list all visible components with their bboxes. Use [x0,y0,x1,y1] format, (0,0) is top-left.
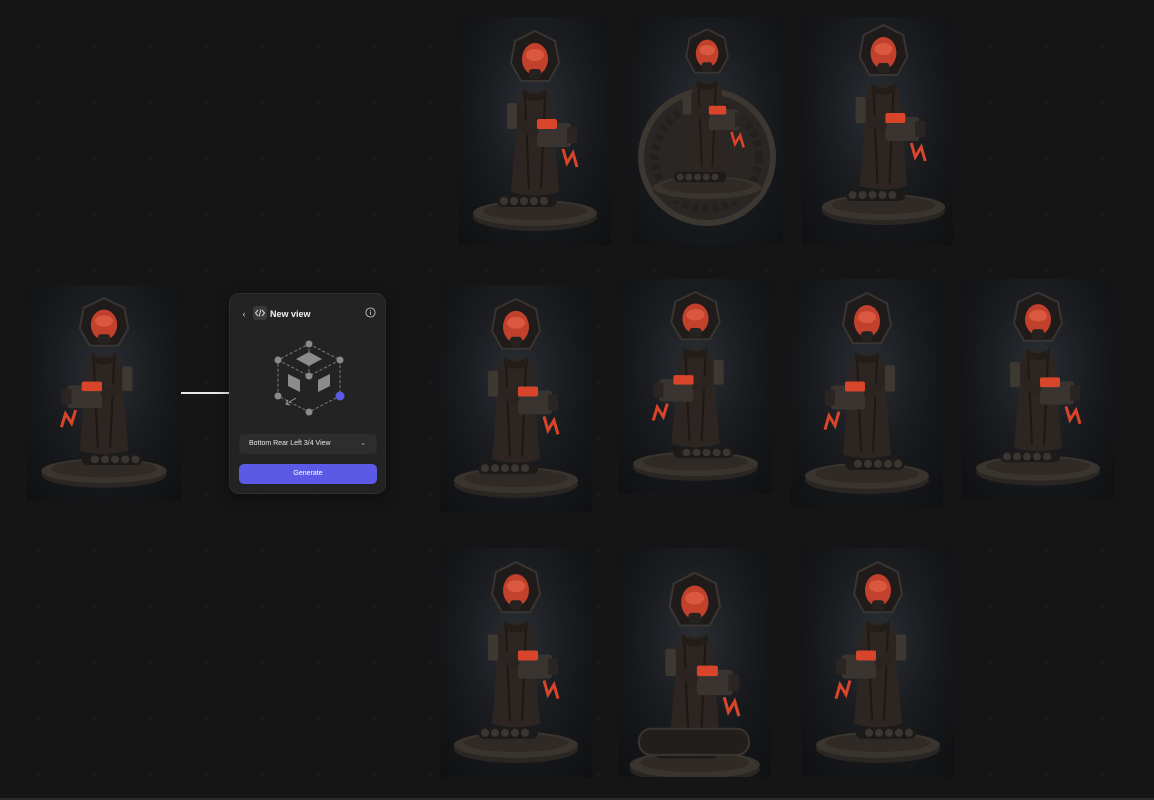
view-dropdown-value: Bottom Rear Left 3/4 View [249,440,331,447]
generated-image[interactable] [962,279,1114,499]
generated-image[interactable] [802,548,954,777]
figure-thumbnail [459,17,611,245]
info-icon[interactable] [365,307,376,318]
figure-thumbnail [440,285,592,512]
generate-button[interactable]: Generate [239,464,377,484]
node-header: ‹ New view [230,304,385,324]
chevron-down-icon: ⌄ [360,440,366,447]
figure-thumbnail [619,548,771,777]
cube-view-icon[interactable] [270,340,348,416]
figure-thumbnail [962,279,1114,499]
figure-thumbnail [440,548,592,777]
code-view-icon [253,306,267,320]
figure-thumbnail [631,17,783,245]
generated-image[interactable] [631,17,783,245]
generated-image[interactable] [802,17,953,245]
generated-image[interactable] [440,548,592,777]
generated-image[interactable] [440,285,592,512]
generated-image[interactable] [459,17,611,245]
figure-thumbnail [802,548,954,777]
generated-image[interactable] [619,279,772,494]
figure-thumbnail [802,17,953,245]
node-title: New view [270,309,311,319]
node-connector [181,392,229,394]
generated-image[interactable] [791,279,943,508]
generated-image[interactable] [619,548,771,777]
canvas[interactable]: ‹ New view Bottom Rear Left 3/4 View ⌄ G… [0,0,1154,800]
source-image[interactable] [27,285,181,501]
view-dropdown[interactable]: Bottom Rear Left 3/4 View ⌄ [239,434,377,454]
figure-thumbnail [27,285,181,501]
figure-thumbnail [619,279,772,494]
figure-thumbnail [791,279,943,508]
chevron-left-icon[interactable]: ‹ [239,307,249,321]
new-view-node[interactable]: ‹ New view Bottom Rear Left 3/4 View ⌄ G… [229,293,386,494]
